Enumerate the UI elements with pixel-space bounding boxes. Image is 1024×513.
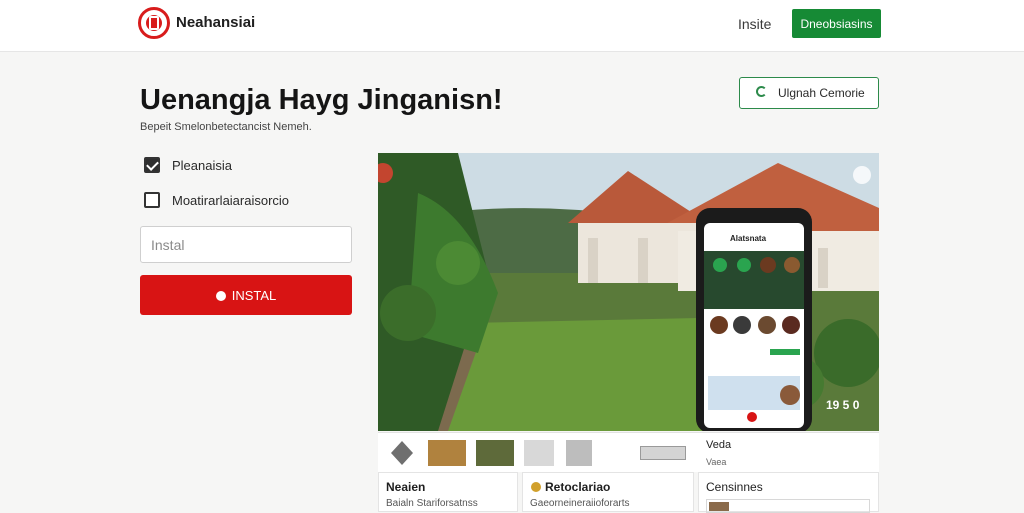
hero-illustration (378, 153, 879, 431)
top-navigation-bar: Neahansiai Insite Dneobsiasins (0, 0, 1024, 52)
card-preview (706, 499, 870, 513)
feature-card[interactable]: Retoclariao Gaeorneineraiioforarts (522, 472, 694, 512)
coin-icon (531, 482, 541, 492)
thumbnail-2[interactable] (476, 440, 514, 466)
strip-label-b: Vaea (706, 457, 727, 467)
option-row-1[interactable]: Pleanaisia (144, 155, 232, 175)
feature-cards: Neaien Baialn Stariforsatnss Retoclariao… (378, 472, 879, 513)
phone-app-title: Alatsnata (730, 234, 767, 243)
install-icon (215, 290, 226, 301)
hero-image: Alatsnata 19 5 0 (378, 153, 879, 431)
option-checkbox-checked[interactable] (144, 157, 160, 173)
brand-logo-icon[interactable] (138, 7, 170, 39)
strip-label-a: Veda (706, 439, 732, 451)
card-preview-thumb (709, 502, 729, 511)
option-label: Moatirarlaiaraisorcio (172, 192, 290, 208)
nav-link-insite[interactable]: Insite (738, 16, 771, 32)
hero-overlay-text: 19 5 0 (826, 398, 860, 412)
page-title: Uenangja Hayg Jinganisn! (140, 84, 503, 116)
secondary-action-button[interactable]: Ulgnah Cemorie (739, 77, 879, 109)
install-button[interactable]: INSTAL (140, 275, 352, 315)
app-icon[interactable] (390, 440, 414, 466)
option-checkbox-unchecked[interactable] (144, 192, 160, 208)
thumbnail-strip: Veda Vaea (378, 432, 879, 472)
feature-card[interactable]: Censinnes (698, 472, 879, 513)
refresh-icon (756, 86, 767, 97)
thumbnail-3[interactable] (524, 440, 554, 466)
header-cta-button[interactable]: Dneobsiasins (792, 9, 881, 38)
page-subtitle: Bepeit Smelonbetectancist Nemeh. (140, 121, 312, 133)
option-label: Pleanaisia (172, 157, 232, 173)
feature-card[interactable]: Neaien Baialn Stariforsatnss (378, 472, 518, 512)
option-row-2[interactable]: Moatirarlaiaraisorcio (144, 190, 289, 210)
thumbnail-4[interactable] (566, 440, 592, 466)
brand-name[interactable]: Neahansiai (176, 14, 255, 31)
thumbnail-1[interactable] (428, 440, 466, 466)
thumbnail-5[interactable] (640, 446, 686, 460)
install-input[interactable] (140, 226, 352, 263)
